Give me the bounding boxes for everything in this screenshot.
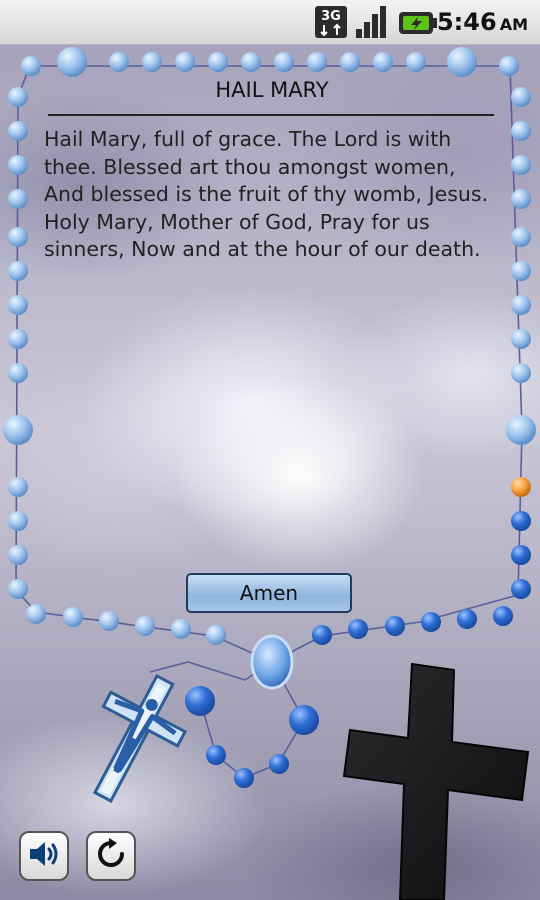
- rosary-medal: [250, 634, 294, 690]
- prayer-card: HAIL MARY Hail Mary, full of grace. The …: [44, 72, 500, 264]
- repeat-button[interactable]: [86, 831, 136, 881]
- prayer-title: HAIL MARY: [215, 78, 329, 102]
- title-divider: [48, 114, 494, 116]
- amen-button-label: Amen: [239, 581, 299, 605]
- crucifix-icon: [92, 673, 188, 803]
- repeat-icon: [95, 838, 127, 874]
- prayer-text: Hail Mary, full of grace. The Lord is wi…: [44, 127, 489, 261]
- speaker-icon: [27, 839, 61, 873]
- current-bead: [511, 477, 531, 497]
- amen-button[interactable]: Amen: [186, 573, 352, 613]
- rosary-tail-beads: [185, 686, 319, 788]
- large-cross-icon: [342, 662, 530, 900]
- rosary-beads-left: [3, 87, 33, 599]
- sound-button[interactable]: [19, 831, 69, 881]
